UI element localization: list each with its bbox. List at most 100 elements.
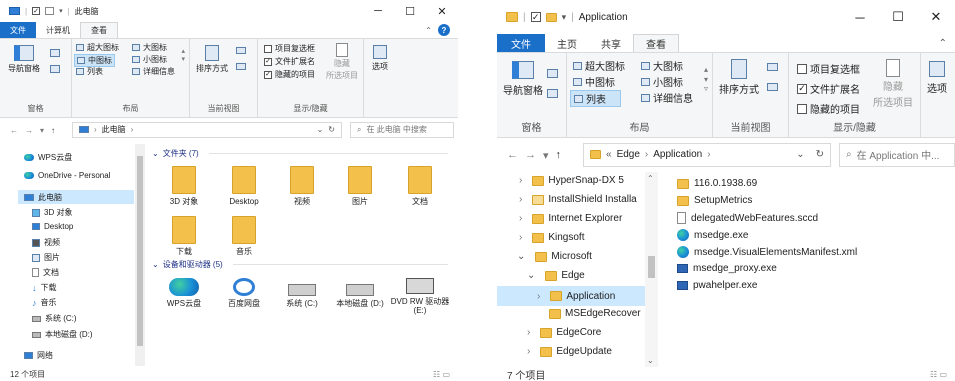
item-checkboxes-toggle[interactable]: 项目复选框 bbox=[797, 61, 860, 76]
maximize-button[interactable]: ☐ bbox=[879, 0, 917, 34]
tab-file[interactable]: 文件 bbox=[0, 22, 36, 38]
tab-share[interactable]: 共享 bbox=[589, 34, 633, 52]
layout-large[interactable]: 大图标 bbox=[641, 58, 683, 73]
quick-access-dropdown-icon[interactable]: ▾ bbox=[59, 7, 63, 15]
layout-list[interactable]: 列表 bbox=[570, 90, 621, 107]
folders-group-header[interactable]: ⌄ 文件夹 (7) bbox=[152, 148, 448, 159]
drive-d[interactable]: 本地磁盘 (D:) bbox=[330, 278, 390, 308]
recent-dropdown-icon[interactable]: ▾ bbox=[543, 149, 549, 162]
group-by-icon[interactable] bbox=[767, 63, 778, 71]
drive-c[interactable]: 系统 (C:) bbox=[272, 278, 332, 308]
layout-details[interactable]: 详细信息 bbox=[132, 66, 175, 77]
quick-access-dropdown-icon[interactable]: ▾ bbox=[562, 12, 567, 23]
layout-details[interactable]: 详细信息 bbox=[641, 90, 693, 105]
layout-scroll-icon[interactable]: ▴ ▾ bbox=[181, 47, 185, 63]
sidebar-item-music[interactable]: ♪ 音乐 bbox=[32, 297, 57, 308]
sidebar-item-wps-cloud[interactable]: WPS云盘 bbox=[24, 152, 72, 163]
add-columns-icon[interactable] bbox=[767, 83, 778, 91]
details-pane-icon[interactable] bbox=[547, 89, 558, 98]
folder-3d-objects[interactable]: 3D 对象 bbox=[154, 166, 214, 206]
sidebar-item-desktop[interactable]: Desktop bbox=[32, 222, 73, 231]
folder-desktop[interactable]: Desktop bbox=[214, 166, 274, 206]
new-folder-icon[interactable] bbox=[545, 12, 557, 22]
chevron-up-icon[interactable]: ⌃ bbox=[939, 38, 947, 49]
tree-item-edge[interactable]: ⌄ Edge bbox=[527, 270, 585, 281]
layout-medium[interactable]: 中图标 bbox=[573, 74, 615, 89]
folder-downloads[interactable]: 下载 bbox=[154, 216, 214, 256]
address-bar[interactable]: « Edge › Application › ⌄ ↻ bbox=[583, 143, 831, 167]
sidebar-item-documents[interactable]: 文档 bbox=[32, 267, 59, 278]
navigation-pane-button[interactable]: 导航窗格 bbox=[503, 61, 543, 97]
tab-file[interactable]: 文件 bbox=[497, 34, 545, 52]
recent-dropdown-icon[interactable]: ▾ bbox=[40, 126, 44, 135]
address-segment-edge[interactable]: Edge bbox=[617, 149, 640, 160]
folder-pictures[interactable]: 图片 bbox=[330, 166, 390, 206]
tree-item-edgecore[interactable]: › EdgeCore bbox=[527, 327, 601, 338]
scrollbar-thumb[interactable] bbox=[648, 256, 655, 278]
sort-by-button[interactable]: 排序方式 bbox=[719, 59, 759, 96]
tree-scrollbar[interactable]: ⌃ ⌄ bbox=[645, 172, 658, 367]
sidebar-item-drive-d[interactable]: 本地磁盘 (D:) bbox=[32, 329, 93, 340]
view-toggle-icon[interactable]: ☷ ▭ bbox=[930, 370, 947, 379]
layout-list[interactable]: 列表 bbox=[76, 66, 103, 77]
forward-icon[interactable]: → bbox=[25, 126, 33, 135]
help-icon[interactable]: ? bbox=[438, 24, 450, 36]
list-item[interactable]: 116.0.1938.69 bbox=[677, 178, 757, 189]
scroll-up-icon[interactable]: ⌃ bbox=[647, 174, 654, 183]
minimize-button[interactable]: ─ bbox=[841, 0, 879, 34]
search-box[interactable]: ⌕ 在 Application 中... bbox=[839, 143, 955, 167]
sidebar-item-drive-c[interactable]: 系统 (C:) bbox=[32, 313, 77, 324]
file-extensions-toggle[interactable]: ✓ 文件扩展名 bbox=[797, 81, 860, 96]
tab-computer[interactable]: 计算机 bbox=[36, 22, 80, 38]
chevron-down-icon[interactable]: ⌄ bbox=[527, 270, 535, 281]
address-segment-application[interactable]: Application bbox=[653, 149, 702, 160]
sidebar-item-pictures[interactable]: 图片 bbox=[32, 252, 60, 263]
properties-icon[interactable]: ✓ bbox=[530, 12, 541, 22]
layout-xlarge[interactable]: 超大图标 bbox=[76, 42, 119, 53]
address-dropdown-icon[interactable]: ⌄ bbox=[317, 125, 324, 134]
forward-icon[interactable]: → bbox=[525, 149, 536, 162]
chevron-right-icon[interactable]: › bbox=[519, 194, 522, 205]
folder-documents[interactable]: 文档 bbox=[390, 166, 450, 206]
tree-item-internet-explorer[interactable]: › Internet Explorer bbox=[519, 213, 622, 224]
options-button[interactable]: 选项 bbox=[372, 45, 388, 72]
group-by-icon[interactable] bbox=[236, 47, 246, 54]
drive-dvd[interactable]: DVD RW 驱动器 (E:) bbox=[390, 278, 450, 315]
refresh-icon[interactable]: ↻ bbox=[816, 149, 824, 160]
properties-icon[interactable]: ✓ bbox=[32, 7, 41, 15]
chevron-right-icon[interactable]: › bbox=[519, 232, 522, 243]
maximize-button[interactable]: ☐ bbox=[394, 0, 426, 22]
preview-pane-icon[interactable] bbox=[50, 49, 60, 57]
hidden-items-toggle[interactable]: 隐藏的项目 bbox=[797, 101, 860, 116]
tree-item-msedgerecover[interactable]: MSEdgeRecover bbox=[549, 308, 641, 319]
list-item[interactable]: delegatedWebFeatures.sccd bbox=[677, 212, 818, 224]
tree-item-edgeupdate[interactable]: › EdgeUpdate bbox=[527, 346, 612, 357]
layout-small[interactable]: 小图标 bbox=[641, 74, 683, 89]
preview-pane-icon[interactable] bbox=[547, 69, 558, 78]
up-icon[interactable]: ↑ bbox=[556, 149, 562, 162]
chevron-right-icon[interactable]: › bbox=[519, 175, 522, 186]
sidebar-item-3d-objects[interactable]: 3D 对象 bbox=[32, 207, 72, 218]
tree-item-kingsoft[interactable]: › Kingsoft bbox=[519, 232, 584, 243]
back-icon[interactable]: ← bbox=[507, 149, 518, 162]
tree-item-installshield[interactable]: › InstallShield Installa bbox=[519, 194, 637, 205]
drive-wps-cloud[interactable]: WPS云盘 bbox=[154, 278, 214, 308]
address-segment[interactable]: 此电脑 bbox=[102, 124, 126, 135]
drives-group-header[interactable]: ⌄ 设备和驱动器 (5) bbox=[152, 259, 448, 270]
tree-item-application[interactable]: › Application bbox=[497, 286, 645, 306]
sidebar-item-videos[interactable]: 视频 bbox=[32, 237, 60, 248]
navigation-pane-button[interactable]: 导航窗格 bbox=[8, 45, 40, 74]
chevron-right-icon[interactable]: › bbox=[537, 291, 540, 302]
up-icon[interactable]: ↑ bbox=[51, 126, 55, 135]
chevron-down-icon[interactable]: ⌄ bbox=[517, 251, 525, 262]
details-pane-icon[interactable] bbox=[50, 65, 60, 73]
list-item[interactable]: SetupMetrics bbox=[677, 195, 752, 206]
layout-scroll-icon[interactable]: ▴ ▾ ▿ bbox=[704, 65, 708, 94]
chevron-right-icon[interactable]: › bbox=[527, 346, 530, 357]
hidden-items-toggle[interactable]: ✓ 隐藏的项目 bbox=[264, 69, 315, 80]
close-button[interactable]: ✕ bbox=[426, 0, 458, 22]
layout-xlarge[interactable]: 超大图标 bbox=[573, 58, 625, 73]
tab-home[interactable]: 主页 bbox=[545, 34, 589, 52]
list-item[interactable]: msedge.VisualElementsManifest.xml bbox=[677, 246, 857, 258]
view-toggle-icon[interactable]: ☷ ▭ bbox=[433, 370, 450, 379]
